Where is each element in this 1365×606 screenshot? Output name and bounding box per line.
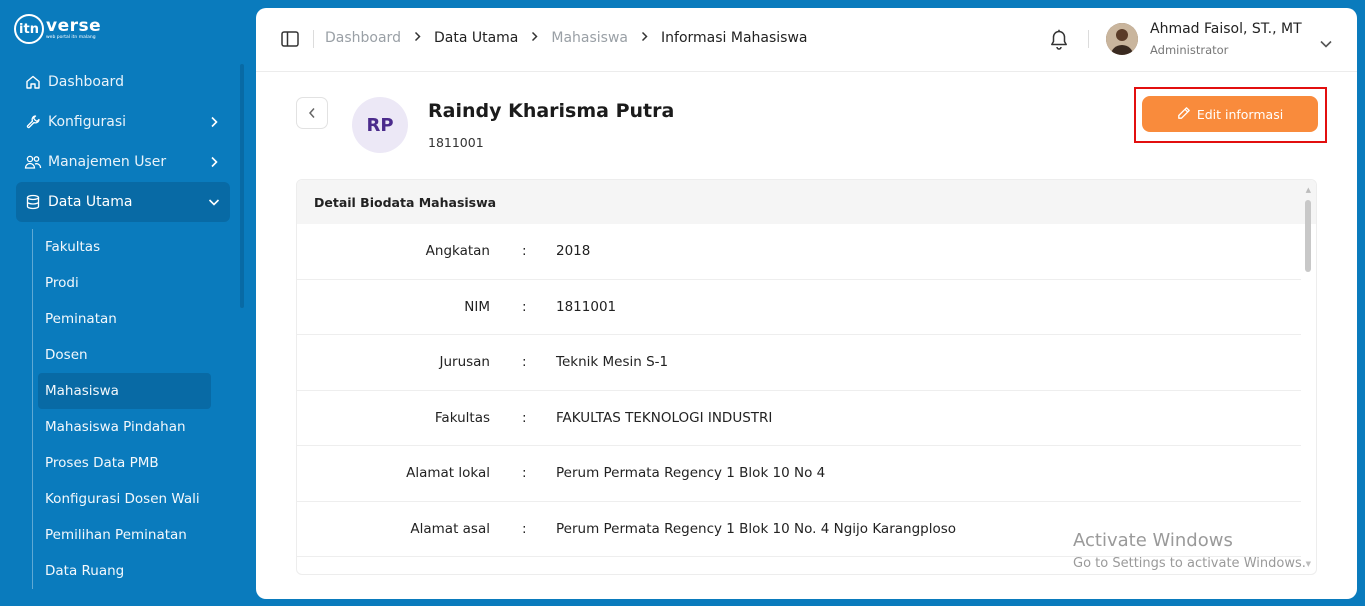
- brand-logo[interactable]: itn verse web portal itn malang: [14, 14, 101, 44]
- sidebar-item-label: Manajemen User: [48, 154, 167, 170]
- sidebar-item-data-utama[interactable]: Data Utama: [16, 182, 230, 222]
- chevron-left-icon: [308, 104, 316, 123]
- edit-informasi-button[interactable]: Edit informasi: [1142, 96, 1318, 132]
- sidebar-subitem-prodi[interactable]: Prodi: [33, 265, 222, 301]
- topbar: Dashboard Data Utama Mahasiswa Informasi…: [256, 8, 1357, 72]
- user-name: Ahmad Faisol, ST., MT: [1150, 21, 1302, 37]
- wrench-icon: [24, 113, 42, 131]
- windows-activation-title: Activate Windows: [1073, 530, 1233, 551]
- brand-tagline: web portal itn malang: [46, 34, 96, 40]
- pencil-icon: [1177, 106, 1191, 123]
- detail-row: Jurusan : Teknik Mesin S-1: [297, 335, 1301, 391]
- sidebar-item-manajemen-user[interactable]: Manajemen User: [16, 142, 230, 182]
- student-nim: 1811001: [428, 135, 484, 150]
- breadcrumb-informasi-mahasiswa: Informasi Mahasiswa: [661, 30, 808, 46]
- sidebar-toggle-icon[interactable]: [281, 31, 299, 47]
- sidebar-scrollbar[interactable]: [240, 64, 244, 308]
- chevron-right-icon: [208, 156, 220, 168]
- detail-value: FAKULTAS TEKNOLOGI INDUSTRI: [556, 409, 773, 426]
- sidebar-menu: Dashboard Konfigurasi Manajemen User Dat…: [16, 62, 230, 222]
- detail-row: Alamat lokal : Perum Permata Regency 1 B…: [297, 446, 1301, 502]
- chevron-right-icon: [208, 116, 220, 128]
- sidebar-subitem-dosen[interactable]: Dosen: [33, 337, 222, 373]
- windows-activation-text: Go to Settings to activate Windows.: [1073, 556, 1306, 571]
- logo-mark: itn: [14, 14, 44, 44]
- breadcrumb-mahasiswa[interactable]: Mahasiswa: [551, 30, 628, 46]
- sidebar-item-label: Dashboard: [48, 74, 124, 90]
- detail-row: Angkatan : 2018: [297, 224, 1301, 280]
- detail-label: Alamat lokal: [406, 465, 490, 481]
- breadcrumb-data-utama[interactable]: Data Utama: [434, 30, 518, 46]
- bell-icon[interactable]: [1049, 29, 1069, 51]
- chevron-down-icon[interactable]: [1319, 34, 1333, 48]
- divider: [313, 30, 314, 48]
- scrollbar-thumb[interactable]: [1305, 200, 1311, 272]
- detail-value: Perum Permata Regency 1 Blok 10 No. 4 Ng…: [556, 520, 957, 537]
- card-scrollbar[interactable]: ▲ ▼: [1304, 182, 1312, 572]
- chevron-right-icon: [531, 31, 538, 46]
- sidebar-item-dashboard[interactable]: Dashboard: [16, 62, 230, 102]
- detail-value: Teknik Mesin S-1: [556, 354, 669, 370]
- sidebar-subitem-mahasiswa[interactable]: Mahasiswa: [38, 373, 211, 409]
- chevron-right-icon: [641, 31, 648, 46]
- scroll-up-arrow-icon[interactable]: ▲: [1306, 186, 1311, 194]
- detail-row: NIM : 1811001: [297, 280, 1301, 335]
- user-avatar[interactable]: [1106, 23, 1138, 55]
- detail-row: Fakultas : FAKULTAS TEKNOLOGI INDUSTRI: [297, 391, 1301, 446]
- users-icon: [24, 153, 42, 171]
- sidebar-subitem-pemilihan-peminatan[interactable]: Pemilihan Peminatan: [33, 517, 222, 553]
- brand-name: verse: [46, 15, 102, 36]
- chevron-down-icon: [208, 196, 220, 208]
- detail-colon: :: [522, 298, 527, 315]
- user-role: Administrator: [1150, 43, 1229, 57]
- detail-colon: :: [522, 520, 527, 537]
- main-panel: Dashboard Data Utama Mahasiswa Informasi…: [256, 8, 1357, 599]
- sidebar: itn verse web portal itn malang Dashboar…: [0, 0, 256, 606]
- data-utama-submenu: Fakultas Prodi Peminatan Dosen Mahasiswa…: [32, 229, 222, 589]
- sidebar-item-konfigurasi[interactable]: Konfigurasi: [16, 102, 230, 142]
- detail-value: 2018: [556, 243, 591, 259]
- detail-colon: :: [522, 465, 527, 481]
- detail-colon: :: [522, 409, 527, 426]
- sidebar-item-label: Data Utama: [48, 194, 133, 210]
- sidebar-subitem-data-ruang[interactable]: Data Ruang: [33, 553, 222, 589]
- breadcrumb-dashboard[interactable]: Dashboard: [325, 30, 401, 46]
- sidebar-subitem-konfigurasi-dosen-wali[interactable]: Konfigurasi Dosen Wali: [33, 481, 222, 517]
- detail-colon: :: [522, 354, 527, 370]
- detail-label: NIM: [464, 298, 490, 315]
- detail-label: Alamat asal: [410, 520, 490, 537]
- detail-label: Jurusan: [439, 354, 490, 370]
- breadcrumb: Dashboard Data Utama Mahasiswa Informasi…: [325, 30, 808, 46]
- sidebar-subitem-mahasiswa-pindahan[interactable]: Mahasiswa Pindahan: [33, 409, 222, 445]
- sidebar-subitem-fakultas[interactable]: Fakultas: [33, 229, 222, 265]
- detail-card-title: Detail Biodata Mahasiswa: [297, 180, 1316, 224]
- edit-informasi-label: Edit informasi: [1196, 106, 1284, 122]
- detail-biodata-card: Detail Biodata Mahasiswa Angkatan : 2018…: [296, 179, 1317, 575]
- sidebar-subitem-peminatan[interactable]: Peminatan: [33, 301, 222, 337]
- sidebar-item-label: Konfigurasi: [48, 114, 127, 130]
- detail-value: 1811001: [556, 298, 617, 315]
- student-name: Raindy Kharisma Putra: [428, 100, 675, 122]
- divider: [1088, 30, 1089, 48]
- detail-label: Angkatan: [425, 243, 490, 259]
- detail-value: Perum Permata Regency 1 Blok 10 No 4: [556, 465, 826, 481]
- detail-label: Fakultas: [434, 409, 490, 426]
- chevron-right-icon: [414, 31, 421, 46]
- database-icon: [24, 193, 42, 211]
- detail-colon: :: [522, 243, 527, 259]
- back-button[interactable]: [296, 97, 328, 129]
- home-icon: [24, 73, 42, 91]
- sidebar-subitem-proses-data-pmb[interactable]: Proses Data PMB: [33, 445, 222, 481]
- student-avatar: RP: [352, 97, 408, 153]
